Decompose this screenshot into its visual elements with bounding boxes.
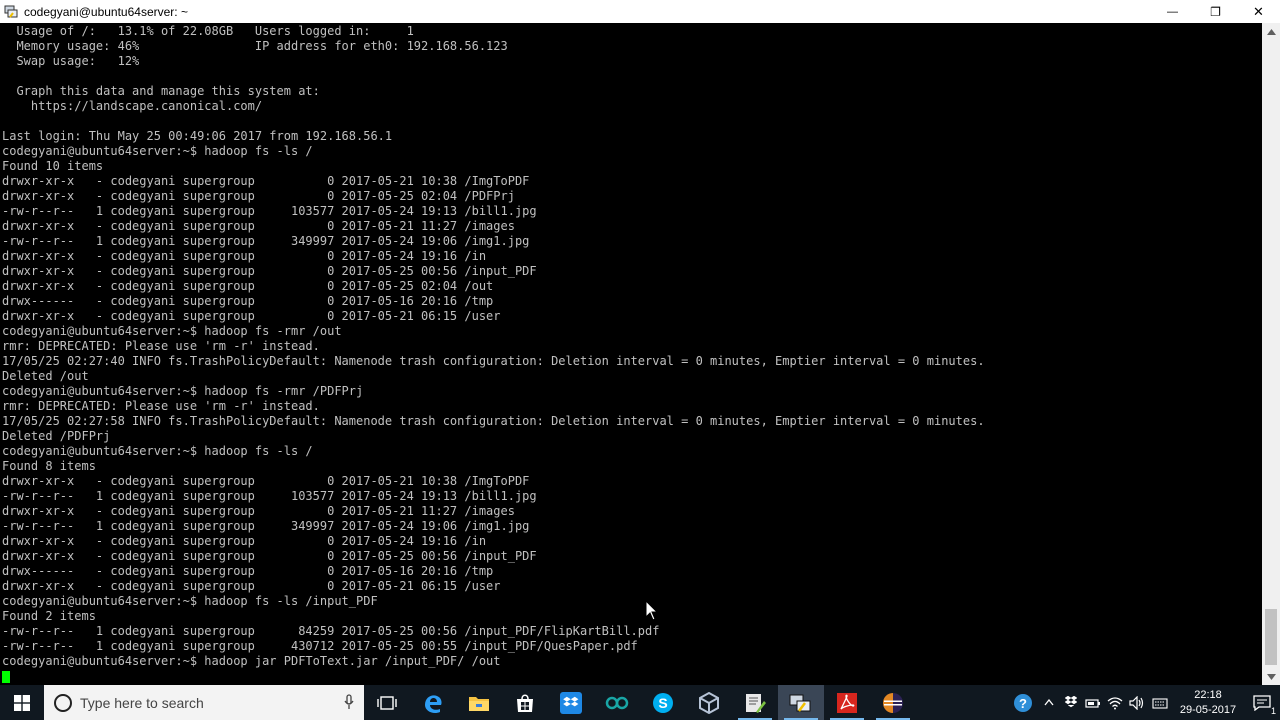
- terminal-line: Memory usage: 46% IP address for eth0: 1…: [2, 39, 508, 53]
- wifi-icon[interactable]: [1104, 685, 1126, 720]
- help-icon[interactable]: ?: [1008, 685, 1038, 720]
- terminal-line: Found 10 items: [2, 159, 104, 173]
- restore-button[interactable]: ❐: [1194, 0, 1237, 23]
- dropbox-tray-icon[interactable]: [1060, 685, 1082, 720]
- task-view-icon[interactable]: [364, 685, 410, 720]
- notification-icon: [1253, 694, 1271, 711]
- terminal-line: drwx------ - codegyani supergroup 0 2017…: [2, 294, 494, 308]
- terminal-line: Graph this data and manage this system a…: [2, 84, 320, 98]
- eclipse-icon[interactable]: [870, 685, 916, 720]
- terminal-line: drwx------ - codegyani supergroup 0 2017…: [2, 564, 494, 578]
- action-center-button[interactable]: 1: [1244, 685, 1280, 720]
- battery-icon[interactable]: [1082, 685, 1104, 720]
- terminal-line: -rw-r--r-- 1 codegyani supergroup 349997…: [2, 234, 530, 248]
- terminal-line: drwxr-xr-x - codegyani supergroup 0 2017…: [2, 579, 501, 593]
- terminal-line: drwxr-xr-x - codegyani supergroup 0 2017…: [2, 504, 515, 518]
- terminal-line: Last login: Thu May 25 00:49:06 2017 fro…: [2, 129, 393, 143]
- terminal-scrollbar[interactable]: [1262, 23, 1280, 685]
- terminal-line: rmr: DEPRECATED: Please use 'rm -r' inst…: [2, 339, 320, 353]
- notepadpp-icon[interactable]: [732, 685, 778, 720]
- terminal-line: Usage of /: 13.1% of 22.08GB Users logge…: [2, 24, 414, 38]
- terminal-line: drwxr-xr-x - codegyani supergroup 0 2017…: [2, 549, 537, 563]
- terminal-line: -rw-r--r-- 1 codegyani supergroup 84259 …: [2, 624, 660, 638]
- terminal-line: drwxr-xr-x - codegyani supergroup 0 2017…: [2, 534, 487, 548]
- mouse-pointer-icon: [645, 600, 658, 621]
- terminal-line: codegyani@ubuntu64server:~$ hadoop fs -r…: [2, 384, 364, 398]
- terminal-line: Deleted /out: [2, 369, 89, 383]
- terminal-line: Found 8 items: [2, 459, 96, 473]
- taskbar: Type here to search S ? 22:18 29-05-2017…: [0, 685, 1280, 720]
- edge-icon[interactable]: [410, 685, 456, 720]
- putty-icon[interactable]: [778, 685, 824, 720]
- terminal-line: drwxr-xr-x - codegyani supergroup 0 2017…: [2, 279, 494, 293]
- file-explorer-icon[interactable]: [456, 685, 502, 720]
- notification-count: 1: [1270, 706, 1276, 716]
- terminal-line: -rw-r--r-- 1 codegyani supergroup 430712…: [2, 639, 638, 653]
- terminal-line: Found 2 items: [2, 609, 96, 623]
- store-icon[interactable]: [502, 685, 548, 720]
- arduino-icon[interactable]: [594, 685, 640, 720]
- terminal-line: drwxr-xr-x - codegyani supergroup 0 2017…: [2, 219, 515, 233]
- show-hidden-icons-icon[interactable]: [1038, 685, 1060, 720]
- terminal-line: 17/05/25 02:27:40 INFO fs.TrashPolicyDef…: [2, 354, 985, 368]
- svg-text:S: S: [658, 695, 667, 711]
- close-icon: ✕: [1253, 3, 1264, 19]
- restore-icon: ❐: [1210, 4, 1221, 19]
- terminal-cursor: [2, 671, 10, 683]
- terminal-line: -rw-r--r-- 1 codegyani supergroup 103577…: [2, 204, 537, 218]
- terminal-line: 17/05/25 02:27:58 INFO fs.TrashPolicyDef…: [2, 414, 985, 428]
- microphone-icon[interactable]: [344, 694, 354, 710]
- minimize-button[interactable]: —: [1151, 0, 1194, 23]
- clock-date: 29-05-2017: [1179, 703, 1237, 716]
- virtualbox-icon[interactable]: [686, 685, 732, 720]
- taskbar-search-box[interactable]: Type here to search: [44, 685, 364, 720]
- windows-logo-icon: [14, 694, 30, 711]
- minimize-icon: —: [1167, 5, 1178, 18]
- window-title: codegyani@ubuntu64server: ~: [24, 4, 188, 19]
- terminal-line: drwxr-xr-x - codegyani supergroup 0 2017…: [2, 264, 537, 278]
- terminal-line: Deleted /PDFPrj: [2, 429, 111, 443]
- terminal-line: codegyani@ubuntu64server:~$ hadoop fs -l…: [2, 594, 378, 608]
- dropbox-icon[interactable]: [548, 685, 594, 720]
- scroll-down-icon[interactable]: [1262, 668, 1280, 685]
- terminal-line: Swap usage: 12%: [2, 54, 140, 68]
- clock-time: 22:18: [1194, 688, 1222, 701]
- terminal-line: drwxr-xr-x - codegyani supergroup 0 2017…: [2, 309, 501, 323]
- terminal-line: drwxr-xr-x - codegyani supergroup 0 2017…: [2, 474, 530, 488]
- terminal-line: https://landscape.canonical.com/: [2, 99, 263, 113]
- acrobat-icon[interactable]: [824, 685, 870, 720]
- search-placeholder: Type here to search: [80, 694, 204, 711]
- terminal-line: rmr: DEPRECATED: Please use 'rm -r' inst…: [2, 399, 320, 413]
- system-tray: ? 22:18 29-05-2017 1: [1008, 685, 1280, 720]
- terminal-line: codegyani@ubuntu64server:~$ hadoop fs -l…: [2, 444, 313, 458]
- terminal-line: drwxr-xr-x - codegyani supergroup 0 2017…: [2, 189, 515, 203]
- cortana-icon: [54, 693, 72, 712]
- close-button[interactable]: ✕: [1237, 0, 1280, 23]
- terminal-line: codegyani@ubuntu64server:~$ hadoop jar P…: [2, 654, 501, 668]
- taskbar-clock[interactable]: 22:18 29-05-2017: [1172, 685, 1244, 720]
- window-titlebar[interactable]: codegyani@ubuntu64server: ~ — ❐ ✕: [0, 0, 1280, 23]
- scroll-up-icon[interactable]: [1262, 23, 1280, 40]
- terminal-line: drwxr-xr-x - codegyani supergroup 0 2017…: [2, 249, 487, 263]
- skype-icon[interactable]: S: [640, 685, 686, 720]
- terminal-line: drwxr-xr-x - codegyani supergroup 0 2017…: [2, 174, 530, 188]
- volume-icon[interactable]: [1126, 685, 1148, 720]
- terminal-line: codegyani@ubuntu64server:~$ hadoop fs -l…: [2, 144, 313, 158]
- terminal-output[interactable]: Usage of /: 13.1% of 22.08GB Users logge…: [0, 23, 1262, 685]
- putty-app-icon[interactable]: [4, 5, 18, 19]
- keyboard-icon[interactable]: [1148, 685, 1172, 720]
- scroll-thumb[interactable]: [1265, 609, 1277, 665]
- terminal-line: -rw-r--r-- 1 codegyani supergroup 103577…: [2, 489, 537, 503]
- terminal-line: -rw-r--r-- 1 codegyani supergroup 349997…: [2, 519, 530, 533]
- svg-text:?: ?: [1019, 696, 1027, 711]
- terminal-line: codegyani@ubuntu64server:~$ hadoop fs -r…: [2, 324, 342, 338]
- start-button[interactable]: [0, 685, 44, 720]
